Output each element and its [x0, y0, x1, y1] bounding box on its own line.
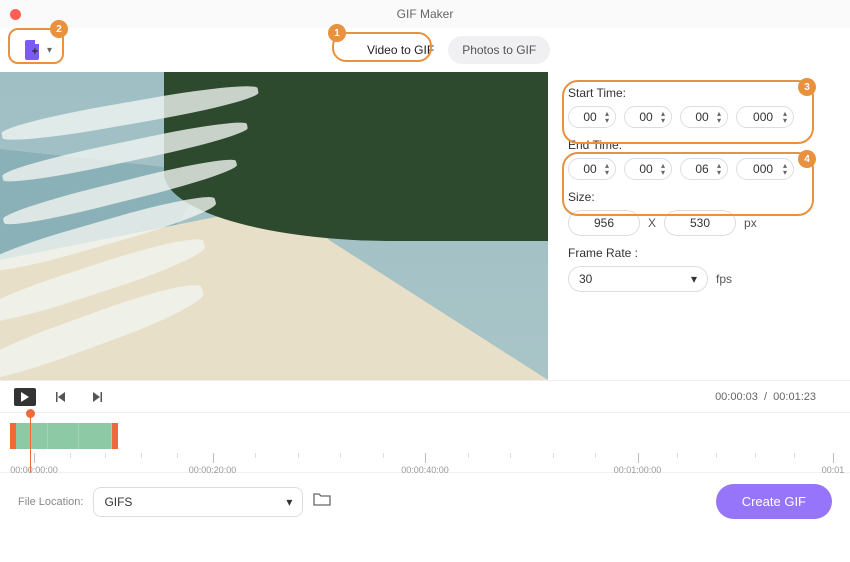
prev-frame-button[interactable]	[50, 388, 72, 406]
end-hours-stepper[interactable]: 00▴▾	[568, 158, 616, 180]
end-time-group: End Time: 00▴▾ 00▴▾ 06▴▾ 000▴▾	[568, 138, 832, 180]
size-unit: px	[744, 216, 757, 230]
timeline[interactable]: 00:00:00:00 00:00:20:00 00:00:40:00 00:01:0…	[0, 412, 850, 472]
file-location-label: File Location:	[18, 496, 83, 508]
current-time: 00:00:03	[715, 391, 758, 403]
content-area: Start Time: 00▴▾ 00▴▾ 00▴▾ 000▴▾ End Tim…	[0, 72, 850, 380]
add-file-icon	[21, 38, 45, 62]
start-ms-stepper[interactable]: 000▴▾	[736, 106, 794, 128]
timeline-tick-label: 00:00:20:00	[189, 465, 237, 475]
timeline-tick-label: 00:01:00:00	[614, 465, 662, 475]
frame-rate-unit: fps	[716, 272, 732, 286]
play-button[interactable]	[14, 388, 36, 406]
size-label: Size:	[568, 190, 832, 204]
create-gif-button[interactable]: Create GIF	[716, 484, 832, 519]
chevron-down-icon: ▾	[691, 272, 697, 286]
tab-photos-to-gif[interactable]: Photos to GIF	[448, 36, 550, 64]
toolbar: ▾ Video to GIF Photos to GIF	[0, 28, 850, 72]
next-frame-icon	[91, 391, 103, 403]
start-minutes-stepper[interactable]: 00▴▾	[624, 106, 672, 128]
end-ms-stepper[interactable]: 000▴▾	[736, 158, 794, 180]
play-icon	[20, 392, 30, 402]
end-seconds-stepper[interactable]: 06▴▾	[680, 158, 728, 180]
time-display: 00:00:03 / 00:01:23	[715, 391, 816, 403]
frame-rate-select[interactable]: 30 ▾	[568, 266, 708, 292]
chevron-down-icon: ▾	[286, 495, 292, 509]
settings-panel: Start Time: 00▴▾ 00▴▾ 00▴▾ 000▴▾ End Tim…	[548, 72, 850, 380]
open-folder-button[interactable]	[313, 492, 331, 511]
size-separator: X	[648, 216, 656, 230]
folder-icon	[313, 492, 331, 506]
frame-rate-label: Frame Rate :	[568, 246, 832, 260]
size-group: Size: 956 X 530 px	[568, 190, 832, 236]
tab-video-to-gif[interactable]: Video to GIF	[353, 36, 448, 64]
timeline-tick-label: 00:00:40:00	[401, 465, 449, 475]
window-title: GIF Maker	[397, 7, 454, 21]
end-time-label: End Time:	[568, 138, 832, 152]
start-seconds-stepper[interactable]: 00▴▾	[680, 106, 728, 128]
mode-tabs: Video to GIF Photos to GIF	[353, 36, 550, 64]
start-hours-stepper[interactable]: 00▴▾	[568, 106, 616, 128]
add-media-chevron-icon: ▾	[47, 45, 52, 56]
next-frame-button[interactable]	[86, 388, 108, 406]
frame-rate-group: Frame Rate : 30 ▾ fps	[568, 246, 832, 292]
size-height-input[interactable]: 530	[664, 210, 736, 236]
size-width-input[interactable]: 956	[568, 210, 640, 236]
footer: File Location: GIFS ▾ Create GIF	[0, 472, 850, 530]
timeline-ruler: 00:00:00:00 00:00:20:00 00:00:40:00 00:01:0…	[0, 453, 850, 473]
add-media-button[interactable]: ▾	[14, 33, 59, 67]
playbar: 00:00:03 / 00:01:23	[0, 380, 850, 412]
end-minutes-stepper[interactable]: 00▴▾	[624, 158, 672, 180]
titlebar: GIF Maker	[0, 0, 850, 28]
window-close-dot[interactable]	[10, 9, 21, 20]
total-time: 00:01:23	[773, 391, 816, 403]
prev-frame-icon	[55, 391, 67, 403]
timeline-tick-label: 00:01	[822, 465, 845, 475]
video-preview[interactable]	[0, 72, 548, 380]
start-time-label: Start Time:	[568, 86, 832, 100]
file-location-select[interactable]: GIFS ▾	[93, 487, 303, 517]
start-time-group: Start Time: 00▴▾ 00▴▾ 00▴▾ 000▴▾	[568, 86, 832, 128]
timeline-tick-label: 00:00:00:00	[10, 465, 58, 475]
timeline-clip[interactable]	[10, 423, 118, 449]
